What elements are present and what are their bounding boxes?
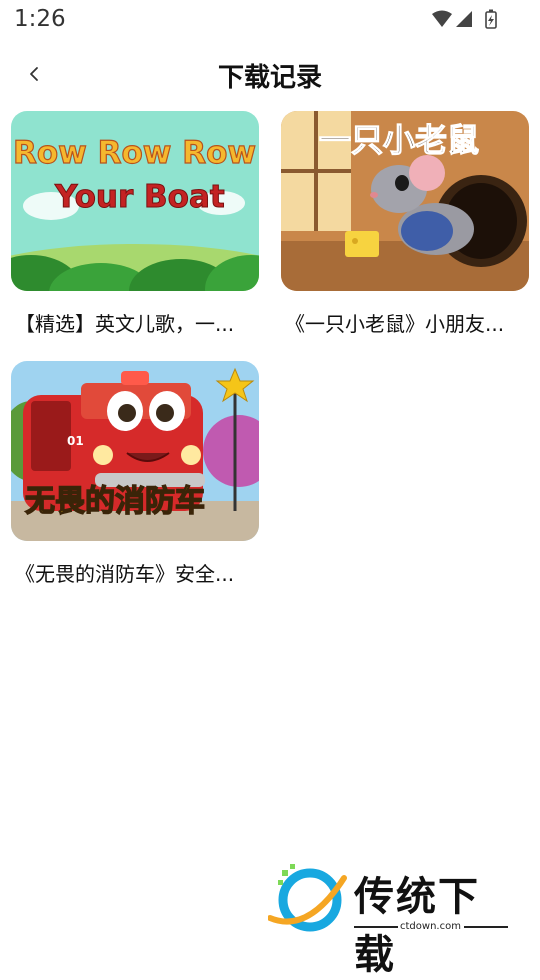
- status-bar: 1:26: [0, 0, 540, 40]
- card-title: 《一只小老鼠》小朋友...: [285, 312, 505, 336]
- watermark: 传统下载 ctdown.com: [268, 860, 518, 978]
- thumb-text-line1: Row Row Row: [13, 135, 256, 171]
- thumb-title-text: 无畏的消防车: [25, 484, 205, 519]
- brand-logo-icon: [268, 864, 347, 932]
- battery-icon: [485, 9, 497, 29]
- video-thumbnail[interactable]: Row Row Row Your Boat: [11, 111, 259, 291]
- thumb-title-text: 一只小老鼠: [319, 121, 479, 159]
- title-bar: 下载记录: [0, 48, 540, 100]
- video-thumbnail[interactable]: 01 无畏的消防车: [11, 361, 259, 541]
- status-time: 1:26: [14, 6, 66, 32]
- divider: [354, 926, 398, 928]
- thumb-text-line2: Your Boat: [54, 179, 225, 215]
- truck-number: 01: [67, 434, 84, 448]
- card-title: 【精选】英文儿歌，一...: [15, 312, 235, 336]
- download-card[interactable]: 01 无畏的消防车 《无畏的消防车》安全...: [11, 361, 259, 589]
- watermark-url: ctdown.com: [400, 921, 461, 932]
- download-card[interactable]: 一只小老鼠 《一只小老鼠》小朋友...: [281, 111, 529, 339]
- page-title: 下载记录: [217, 63, 322, 93]
- status-icons: [430, 9, 500, 29]
- wifi-icon: [432, 10, 452, 27]
- card-title: 《无畏的消防车》安全...: [15, 562, 235, 586]
- signal-icon: [456, 11, 472, 27]
- download-card[interactable]: Row Row Row Your Boat 【精选】英文儿歌，一...: [11, 111, 259, 339]
- divider: [464, 926, 508, 928]
- video-thumbnail[interactable]: 一只小老鼠: [281, 111, 529, 291]
